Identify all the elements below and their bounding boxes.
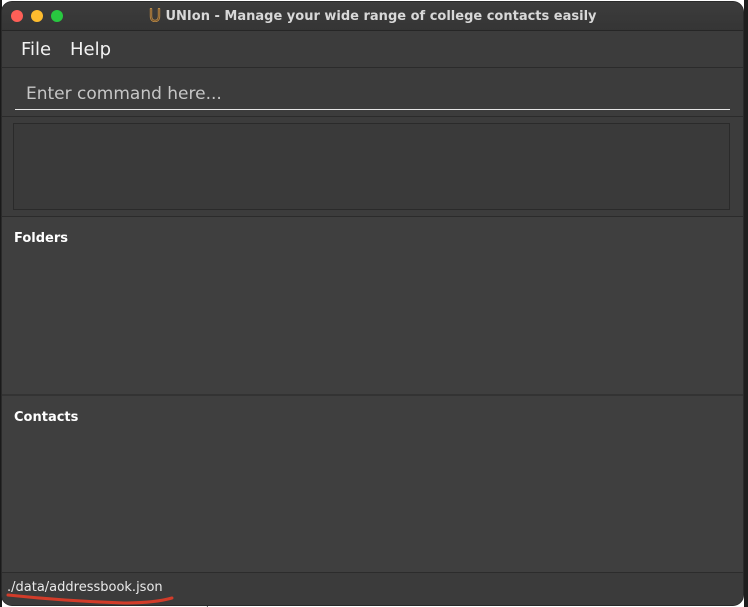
command-input[interactable] [15,78,730,110]
app-window: UNIon - Manage your wide range of colleg… [2,2,743,605]
desktop-background-right [744,0,748,607]
result-display [13,123,730,210]
window-title-text: UNIon - Manage your wide range of colleg… [165,9,597,24]
command-box [2,68,743,117]
menu-help[interactable]: Help [70,39,111,60]
window-title: UNIon - Manage your wide range of colleg… [2,8,743,24]
title-bar[interactable]: UNIon - Manage your wide range of colleg… [2,2,743,31]
menu-file[interactable]: File [21,39,51,60]
folders-title: Folders [14,231,69,246]
contacts-panel: Contacts [2,396,743,572]
folders-panel: Folders [2,217,743,396]
red-underline-annotation [6,593,174,605]
contacts-title: Contacts [14,410,79,425]
menu-bar: File Help [2,31,743,68]
result-display-panel [2,117,743,217]
horseshoe-icon [149,8,160,22]
